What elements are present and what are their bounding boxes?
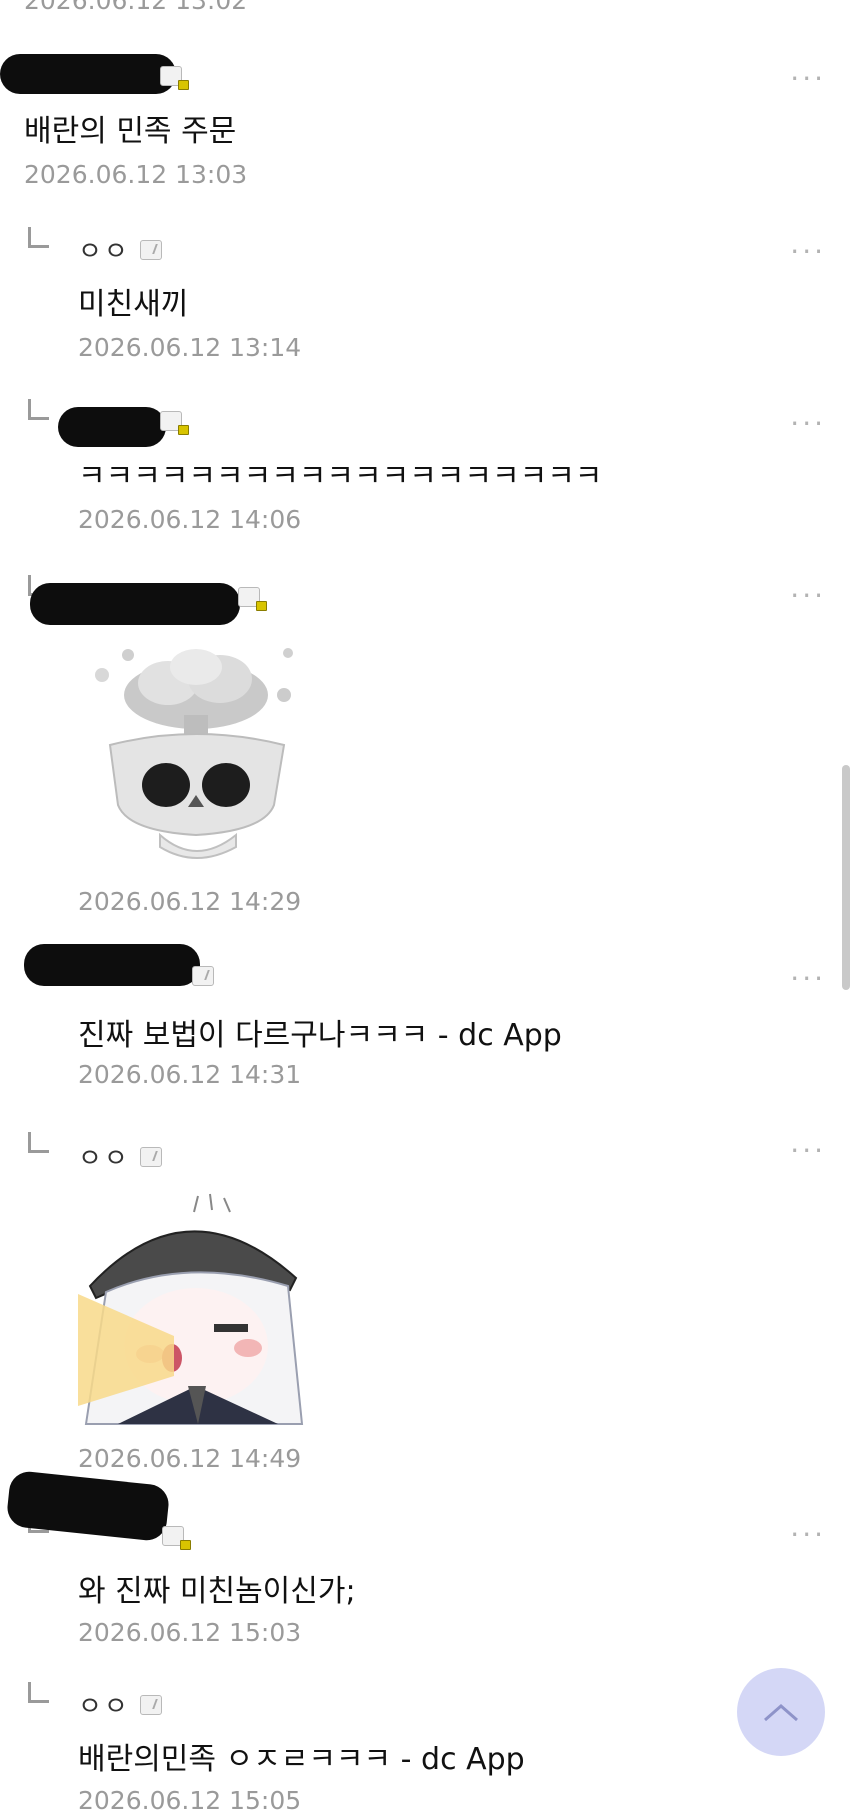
comment-time: 2026.06.12 13:14 (78, 333, 302, 362)
user-badge-icon (139, 1146, 162, 1167)
reply-arrow-icon (28, 399, 49, 420)
user-badge-icon (160, 411, 189, 435)
comment-time: 2026.06.12 13:03 (24, 160, 248, 189)
scrollbar[interactable] (842, 765, 850, 990)
comment-time: 2026.06.12 14:49 (78, 1444, 302, 1473)
user-badge-icon (162, 1526, 191, 1550)
reply-arrow-icon (28, 1682, 49, 1703)
comment-time: 2026.06.12 14:06 (78, 505, 302, 534)
scroll-to-top-icon (764, 1704, 798, 1722)
comment-row: ··· 진짜 보법이 다르구나ㅋㅋㅋ - dc App 2026.06.12 1… (0, 936, 850, 1109)
comment-text: 배란의 민족 주문 (24, 114, 237, 149)
more-dots-icon[interactable]: ··· (790, 407, 826, 440)
comment-time: 2026.06.12 15:03 (78, 1618, 302, 1647)
reply-arrow-icon (28, 1132, 49, 1153)
comment-nickname[interactable]: ㅇㅇ (78, 1686, 162, 1723)
comment-text: 배란의민족 ㅇㅈㄹㅋㅋㅋ - dc App (78, 1742, 525, 1777)
comment-time: 2026.06.12 14:29 (78, 887, 302, 916)
comment-nickname[interactable]: ㅇㅇ (78, 231, 162, 268)
comment-row: 2026.06.12 13:02 (0, 0, 850, 37)
comment-time: 2026.06.12 14:31 (78, 1060, 302, 1089)
redacted-nickname (24, 944, 200, 986)
comment-text: 와 진짜 미친놈이신가; (78, 1574, 356, 1609)
comment-text: ㅋㅋㅋㅋㅋㅋㅋㅋㅋㅋㅋㅋㅋㅋㅋㅋㅋㅋㅋ (78, 459, 603, 494)
comment-row: ··· 배란의 민족 주문 2026.06.12 13:03 (0, 36, 850, 210)
more-dots-icon[interactable]: ··· (790, 579, 826, 612)
reply-row: ㅇㅇ 배란의민족 ㅇㅈㄹㅋㅋㅋ - dc App 2026.06.12 15:0… (0, 1664, 850, 1815)
comment-nickname[interactable]: ㅇㅇ (78, 1138, 162, 1175)
user-badge-icon (192, 966, 214, 986)
comment-time: 2026.06.12 15:05 (78, 1786, 302, 1815)
user-badge-icon (160, 66, 189, 90)
redacted-nickname (0, 54, 176, 94)
user-badge-icon (238, 587, 267, 611)
redacted-nickname (30, 583, 240, 625)
anime-character-sticker (78, 1186, 316, 1426)
more-dots-icon[interactable]: ··· (790, 962, 826, 995)
reply-row: ㅇㅇ ··· 미친새끼 2026.06.12 13:14 (0, 209, 850, 382)
user-badge-icon (139, 1694, 162, 1715)
comment-text: 진짜 보법이 다르구나ㅋㅋㅋ - dc App (78, 1018, 562, 1053)
redacted-nickname (58, 407, 166, 447)
comment-time: 2026.06.12 13:02 (24, 0, 248, 15)
reply-row: ··· 2026.06.12 14:29 (0, 553, 850, 937)
reply-row: ㅇㅇ ··· 2026.06.12 14:49 (0, 1108, 850, 1493)
more-dots-icon[interactable]: ··· (790, 62, 826, 95)
exploding-head-skull-emoji (88, 635, 303, 860)
user-badge-icon (139, 239, 162, 260)
comment-text: 미친새끼 (78, 287, 189, 322)
reply-arrow-icon (28, 227, 49, 248)
reply-row: ··· ㅋㅋㅋㅋㅋㅋㅋㅋㅋㅋㅋㅋㅋㅋㅋㅋㅋㅋㅋ 2026.06.12 14:06 (0, 381, 850, 554)
more-dots-icon[interactable]: ··· (790, 1134, 826, 1167)
comment-row: ··· 와 진짜 미친놈이신가; 2026.06.12 15:03 (0, 1469, 850, 1665)
scroll-to-top-button[interactable] (737, 1668, 825, 1756)
more-dots-icon[interactable]: ··· (790, 1518, 826, 1551)
more-dots-icon[interactable]: ··· (790, 235, 826, 268)
